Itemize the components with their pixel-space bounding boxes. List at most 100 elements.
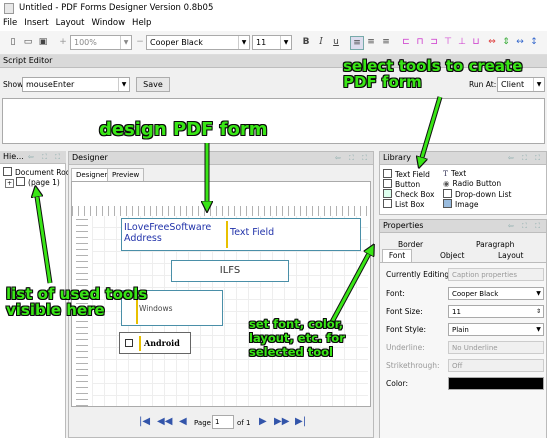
tree-page-label: (page 1) xyxy=(28,178,60,187)
window-title: Untitled - PDF Forms Designer Version 0.… xyxy=(19,3,214,13)
radio-button-icon: ◉ xyxy=(443,179,450,188)
tab-object[interactable]: Object xyxy=(440,251,464,260)
designer-title: Designer xyxy=(72,153,108,162)
font-size-spinner[interactable]: 11 ⇕ xyxy=(448,305,544,318)
bold-button[interactable]: B xyxy=(300,36,312,48)
font-style-row: Font Style: Plain ▼ xyxy=(380,322,544,338)
library-radio-button[interactable]: ◉ Radio Button xyxy=(443,179,501,188)
font-style-select[interactable]: Plain ▼ xyxy=(448,323,544,336)
toolbar: ▯ ▭ ▣ + 100% ▼ − Cooper Black ▼ 11 ▼ B I u … xyxy=(0,31,547,55)
align-center-icon[interactable]: ≡ xyxy=(365,36,377,48)
menu-bar: File Insert Layout Window Help xyxy=(0,17,547,31)
font-size-value: 11 xyxy=(256,38,267,47)
annotation-design: design PDF form xyxy=(99,119,268,140)
menu-insert[interactable]: Insert xyxy=(21,17,52,31)
library-check-box[interactable]: Check Box xyxy=(383,189,434,199)
page-navigation: |◀ ◀◀ ◀ Page 1 of 1 ▶ ▶▶ ▶| xyxy=(69,410,373,438)
first-page-icon[interactable]: |◀ xyxy=(139,416,150,427)
underline-button[interactable]: u xyxy=(330,36,342,48)
open-icon[interactable]: ▭ xyxy=(22,36,34,48)
font-size-select[interactable]: 11 ▼ xyxy=(252,35,292,50)
strikethrough-select[interactable]: Off xyxy=(448,359,544,372)
check-box-android[interactable]: Android xyxy=(119,332,191,354)
properties-body: Currently Editing: Caption properties Fon… xyxy=(380,262,546,438)
currently-editing-value: Caption properties xyxy=(448,268,544,281)
library-header: Library ⇦ ⛶ ⛶ xyxy=(380,152,546,165)
underline-prop-value: No Underline xyxy=(452,344,498,352)
text-field-address[interactable]: ILoveFreeSoftware Address Text Field xyxy=(121,218,361,251)
field-text: Text Field xyxy=(230,227,275,238)
panel-controls-icon[interactable]: ⇦ ⛶ ⛶ xyxy=(508,220,543,232)
align-right-edges-icon[interactable]: ⊐ xyxy=(428,36,440,48)
distribute-vertical-icon[interactable]: ⇕ xyxy=(500,36,512,48)
align-right-icon[interactable]: ≡ xyxy=(380,36,392,48)
tab-paragraph[interactable]: Paragraph xyxy=(476,240,514,249)
library-image[interactable]: Image xyxy=(443,199,479,209)
library-button[interactable]: Button xyxy=(383,179,420,189)
zoom-in-icon[interactable]: + xyxy=(57,36,69,48)
font-select[interactable]: Cooper Black ▼ xyxy=(146,35,250,50)
align-left-icon[interactable]: ≡ xyxy=(350,36,364,50)
font-size-prop-value: 11 xyxy=(452,308,461,316)
save-icon[interactable]: ▣ xyxy=(37,36,49,48)
menu-file[interactable]: File xyxy=(0,17,21,31)
panel-controls-icon[interactable]: ⇦ ⛶ ⛶ xyxy=(28,151,63,163)
panel-controls-icon[interactable]: ⇦ ⛶ ⛶ xyxy=(508,152,543,164)
text-ilfs[interactable]: ILFS xyxy=(171,260,289,282)
designer-tabs: Designer Preview xyxy=(69,168,373,181)
tree-page[interactable]: + (page 1) xyxy=(5,177,60,188)
next-page-icon[interactable]: ▶ xyxy=(259,416,267,427)
distribute-horizontal-icon[interactable]: ⇔ xyxy=(486,36,498,48)
hierarchy-title: Hie... xyxy=(3,152,24,161)
tab-preview[interactable]: Preview xyxy=(107,168,145,181)
designer-header: Designer ⇦ ⛶ ⛶ xyxy=(69,152,373,165)
same-height-icon[interactable]: ↕ xyxy=(528,36,540,48)
page-number-input[interactable]: 1 xyxy=(212,415,234,429)
previous-page-icon[interactable]: ◀ xyxy=(179,416,187,427)
align-bottom-icon[interactable]: ⊔ xyxy=(470,36,482,48)
font-value: Cooper Black xyxy=(150,38,203,47)
new-document-icon[interactable]: ▯ xyxy=(7,36,19,48)
align-left-edges-icon[interactable]: ⊏ xyxy=(400,36,412,48)
align-center-edges-icon[interactable]: ⊓ xyxy=(414,36,426,48)
tab-font[interactable]: Font xyxy=(382,249,412,262)
library-drop-down-list[interactable]: Drop-down List xyxy=(443,189,511,199)
font-select-prop[interactable]: Cooper Black ▼ xyxy=(448,287,544,300)
panel-controls-icon[interactable]: ⇦ ⛶ ⛶ xyxy=(335,152,370,164)
library-text-field[interactable]: Text Field xyxy=(383,169,430,179)
library-item-label: Text xyxy=(451,169,467,178)
same-width-icon[interactable]: ↔ xyxy=(514,36,526,48)
library-item-label: Text Field xyxy=(395,170,430,179)
color-swatch[interactable] xyxy=(448,377,544,390)
text-field-icon xyxy=(383,169,392,178)
menu-window[interactable]: Window xyxy=(89,17,130,31)
show-event-select[interactable]: mouseEnter ▼ xyxy=(22,77,130,92)
tab-border[interactable]: Border xyxy=(398,240,423,249)
font-label: Font: xyxy=(386,289,405,298)
tree-root-label: Document Root xyxy=(15,168,74,177)
italic-button[interactable]: I xyxy=(315,36,327,48)
menu-help[interactable]: Help xyxy=(129,17,155,31)
align-top-icon[interactable]: ⊤ xyxy=(442,36,454,48)
library-list-box[interactable]: List Box xyxy=(383,199,424,209)
spinner-icon: ⇕ xyxy=(535,308,542,315)
library-text[interactable]: T Text xyxy=(443,169,466,178)
rewind-icon[interactable]: ◀◀ xyxy=(157,416,172,427)
page-icon xyxy=(16,177,26,186)
menu-layout[interactable]: Layout xyxy=(53,17,89,31)
library-item-label: Drop-down List xyxy=(455,190,512,199)
expand-icon[interactable]: + xyxy=(5,179,15,188)
underline-select[interactable]: No Underline xyxy=(448,341,544,354)
tab-layout[interactable]: Layout xyxy=(498,251,524,260)
zoom-select[interactable]: 100% ▼ xyxy=(70,35,132,50)
show-event-value: mouseEnter xyxy=(26,80,75,89)
save-script-button[interactable]: Save xyxy=(136,77,170,92)
button-icon xyxy=(383,179,392,188)
checkbox-square[interactable] xyxy=(125,339,133,347)
tree-root[interactable]: Document Root xyxy=(3,167,73,177)
underline-label: Underline: xyxy=(386,343,425,352)
align-middle-icon[interactable]: ⊥ xyxy=(456,36,468,48)
zoom-out-icon[interactable]: − xyxy=(134,36,146,48)
fast-forward-icon[interactable]: ▶▶ xyxy=(274,416,289,427)
last-page-icon[interactable]: ▶| xyxy=(295,416,306,427)
